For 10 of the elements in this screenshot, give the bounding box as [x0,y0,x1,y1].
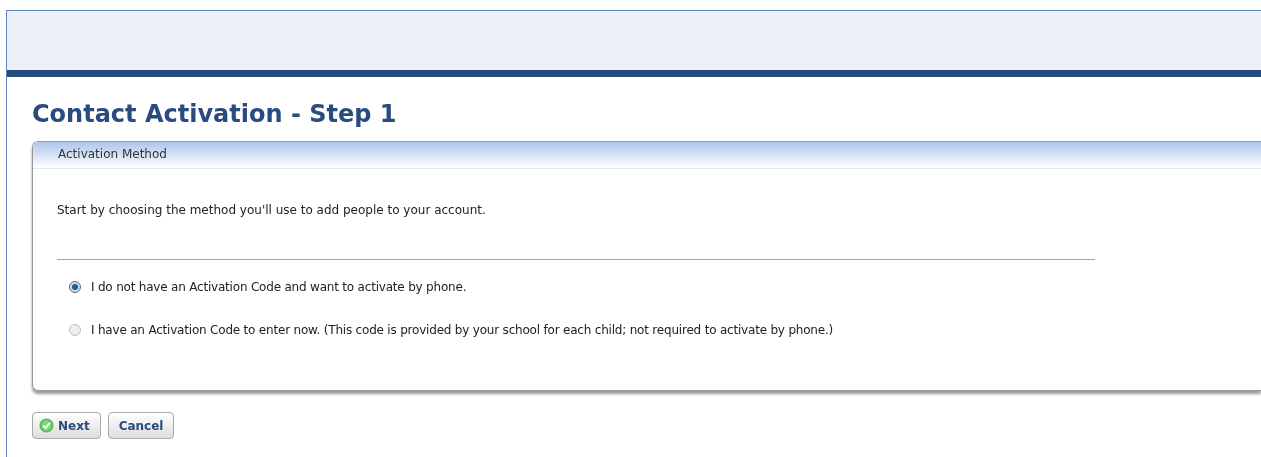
check-icon [39,418,54,433]
cancel-button[interactable]: Cancel [107,412,175,439]
page-title: Contact Activation - Step 1 [32,99,398,129]
intro-text: Start by choosing the method you'll use to add people to your account. [57,203,487,217]
option-label: I have an Activation Code to enter now. (This code is provided by your school for each child; not required to activate by phone.) [91,323,834,337]
next-button[interactable]: Next [32,412,101,439]
panel-title: Activation Method [33,142,1261,169]
radio-button[interactable] [69,324,81,336]
radio-button[interactable] [69,281,81,293]
option-label: I do not have an Activation Code and want to activate by phone. [91,280,467,294]
